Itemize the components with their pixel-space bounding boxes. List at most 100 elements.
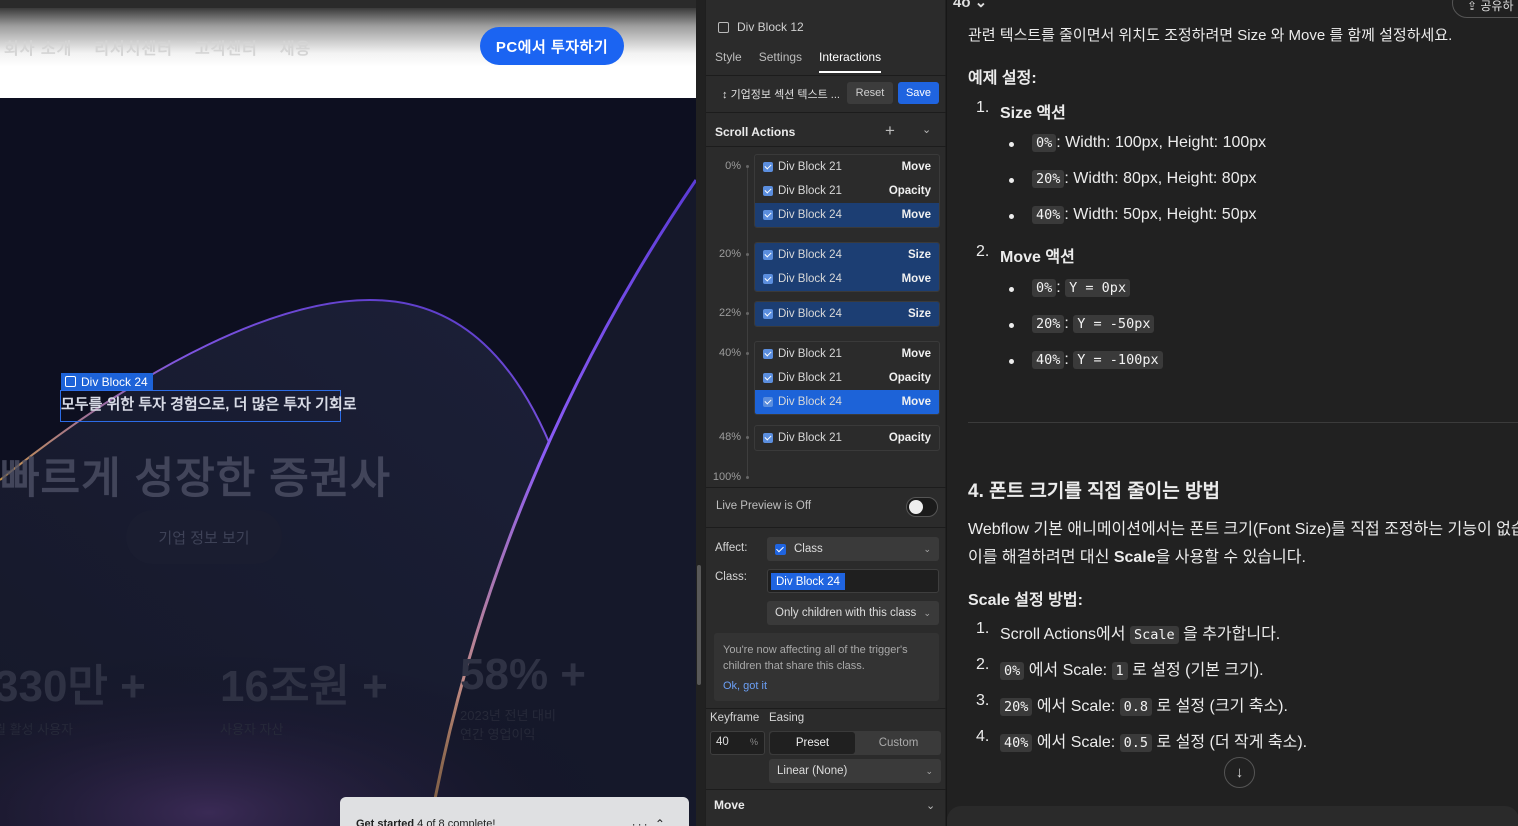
checkbox-icon[interactable] (763, 309, 773, 319)
divider (706, 789, 946, 790)
checkbox-icon[interactable] (763, 349, 773, 359)
easing-select[interactable]: Linear (None) ⌄ (769, 759, 941, 783)
easing-tab-custom[interactable]: Custom (856, 731, 941, 755)
notice-dismiss-link[interactable]: Ok, got it (723, 678, 930, 694)
action-row[interactable]: Div Block 24 Size (755, 302, 939, 326)
designer-canvas[interactable]: 회사 소개 리서치센터 고객센터 채용 PC에서 투자하기 Div Block … (0, 0, 696, 826)
action-row[interactable]: Div Block 21 Move (755, 342, 939, 366)
timeline-percent[interactable]: 40% (711, 347, 749, 359)
list-number: 2. (976, 656, 990, 673)
section-title: 4. 폰트 크기를 직접 줄이는 방법 (968, 481, 1221, 502)
keyframe-group: Div Block 21 Opacity (754, 425, 940, 451)
checkbox-icon[interactable] (763, 397, 773, 407)
action-type: Size (907, 308, 931, 320)
action-type: Opacity (888, 185, 931, 197)
children-scope-select[interactable]: Only children with this class ⌄ (767, 601, 939, 625)
action-target: Div Block 24 (778, 308, 842, 320)
checkbox-icon[interactable] (763, 433, 773, 443)
canvas-scrollbar[interactable] (697, 565, 701, 685)
action-row[interactable]: Div Block 21 Move (755, 155, 939, 179)
timeline-percent[interactable]: 0% (711, 160, 749, 172)
nav-link-about[interactable]: 회사 소개 (4, 35, 72, 59)
share-button[interactable]: ⇪ 공유하 (1452, 0, 1518, 18)
keyframe-input[interactable]: 40 % (710, 731, 765, 755)
checkbox-icon[interactable] (763, 373, 773, 383)
scale-heading: Scale 설정 방법: (968, 592, 1083, 609)
save-button[interactable]: Save (898, 82, 939, 104)
hero-subtitle[interactable]: 모두를 위한 투자 경험으로, 더 많은 투자 기회로 (61, 393, 357, 414)
element-header: Div Block 12 (718, 20, 804, 34)
affect-notice: You're now affecting all of the trigger'… (714, 633, 939, 701)
model-selector[interactable]: 4o ⌄ (953, 0, 987, 11)
element-icon (65, 376, 76, 387)
hero-title[interactable]: 빠르게 성장한 증권사 (0, 444, 391, 506)
divider (706, 708, 946, 709)
action-target: Div Block 21 (778, 185, 842, 197)
chat-composer[interactable] (947, 806, 1518, 826)
action-row[interactable]: Div Block 21 Opacity (755, 426, 939, 450)
checkbox-icon[interactable] (763, 186, 773, 196)
scale-step: 40% 에서 Scale: 0.5 로 설정 (더 작게 축소). (1000, 728, 1307, 752)
timeline-percent[interactable]: 20% (711, 248, 749, 260)
chevron-down-icon: ⌄ (923, 607, 931, 618)
selected-element-label: Div Block 24 (81, 374, 148, 389)
scale-step: 20% 에서 Scale: 0.8 로 설정 (크기 축소). (1000, 692, 1288, 716)
nav-link-research[interactable]: 리서치센터 (94, 35, 173, 59)
action-target: Div Block 21 (778, 348, 842, 360)
action-type: Move (901, 161, 931, 173)
action-row[interactable]: Div Block 21 Opacity (755, 366, 939, 390)
chevron-down-icon[interactable]: ⌄ (926, 799, 935, 812)
class-input[interactable]: Div Block 24 (767, 569, 939, 593)
checkbox-icon[interactable] (763, 274, 773, 284)
pc-invest-button[interactable]: PC에서 투자하기 (480, 27, 624, 65)
chevron-down-icon[interactable]: ⌄ (922, 123, 931, 136)
nav-link-careers[interactable]: 채용 (280, 35, 311, 59)
selected-element-tag[interactable]: Div Block 24 (61, 373, 153, 390)
keyframe-group: Div Block 21 Move Div Block 21 Opacity Div… (754, 341, 940, 415)
checkbox-icon[interactable] (763, 210, 773, 220)
section-divider (968, 422, 1518, 423)
action-type: Move (901, 396, 931, 408)
get-started-panel[interactable]: Get started 4 of 8 complete! ··· ⌃ (340, 797, 689, 826)
list-item: 20%: Y = -50px (1032, 315, 1155, 333)
action-target: Div Block 21 (778, 432, 842, 444)
action-target: Div Block 24 (778, 396, 842, 408)
tab-interactions[interactable]: Interactions (819, 50, 882, 73)
scroll-actions-title: Scroll Actions (715, 125, 796, 139)
tab-style[interactable]: Style (715, 50, 742, 73)
action-row[interactable]: Div Block 24 Move (755, 267, 939, 291)
action-row-selected[interactable]: Div Block 24 Move (755, 390, 939, 414)
move-section-title[interactable]: Move (714, 798, 745, 812)
keyframe-label: Keyframe (710, 712, 760, 724)
checkbox-icon[interactable] (763, 162, 773, 172)
children-scope-value: Only children with this class (775, 607, 917, 619)
action-row[interactable]: Div Block 24 Move (755, 203, 939, 227)
get-started-controls[interactable]: ··· ⌃ (632, 817, 667, 826)
live-preview-toggle[interactable] (906, 497, 938, 517)
class-chip[interactable]: Div Block 24 (771, 573, 845, 590)
paragraph: 이를 해결하려면 대신 Scale을 사용할 수 있습니다. (968, 549, 1306, 566)
action-row[interactable]: Div Block 21 Opacity (755, 179, 939, 203)
action-row[interactable]: Div Block 24 Size (755, 243, 939, 267)
live-preview-label: Live Preview is Off (716, 500, 812, 512)
tab-settings[interactable]: Settings (759, 50, 802, 73)
scroll-down-arrow-icon[interactable]: ↓ (1224, 757, 1255, 788)
checkbox-icon[interactable] (763, 250, 773, 260)
example-heading: 예제 설정: (968, 70, 1037, 87)
trigger-name[interactable]: ↕ 기업정보 섹션 텍스트 ... (722, 86, 840, 102)
easing-tab-preset[interactable]: Preset (770, 732, 855, 754)
timeline-percent[interactable]: 48% (711, 431, 749, 443)
list-title: Size 액션 (1000, 105, 1066, 122)
chat-panel: 4o ⌄ ⇪ 공유하 관련 텍스트를 줄이면서 위치도 조정하려면 Size 와… (946, 0, 1518, 826)
plus-icon[interactable]: + (885, 121, 895, 141)
chevron-down-icon: ⌄ (925, 765, 933, 776)
company-info-button[interactable]: 기업 정보 보기 (126, 510, 282, 564)
reset-button[interactable]: Reset (847, 82, 893, 104)
timeline-percent[interactable]: 100% (711, 471, 749, 483)
bullet (1009, 287, 1014, 292)
timeline-percent[interactable]: 22% (711, 307, 749, 319)
list-item: 20%: Width: 80px, Height: 80px (1032, 170, 1257, 188)
scale-step: 0% 에서 Scale: 1 로 설정 (기본 크기). (1000, 656, 1264, 680)
nav-link-support[interactable]: 고객센터 (195, 35, 258, 59)
affect-select[interactable]: Class ⌄ (767, 537, 939, 561)
